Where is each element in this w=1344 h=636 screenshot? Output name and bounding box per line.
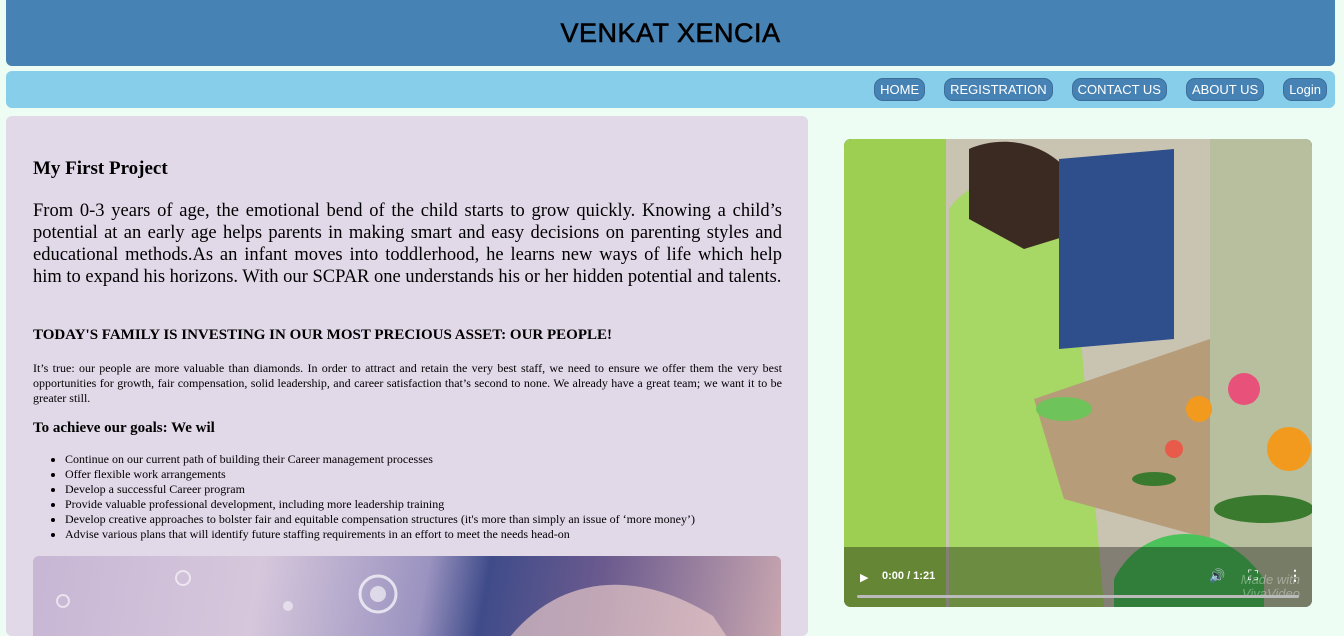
video-controls: ▶ 0:00 / 1:21 Made with VivaVideo 🔊 ⛶ ⋮ xyxy=(844,547,1312,607)
intro-paragraph: From 0-3 years of age, the emotional ben… xyxy=(33,201,782,287)
video-frame xyxy=(844,139,1312,607)
site-header: VENKAT XENCIA xyxy=(6,0,1335,66)
nav-login-button[interactable]: Login xyxy=(1283,78,1327,101)
project-title: My First Project xyxy=(33,158,168,179)
list-item: Continue on our current path of building… xyxy=(65,452,695,467)
nav-registration-button[interactable]: REGISTRATION xyxy=(944,78,1053,101)
play-icon[interactable]: ▶ xyxy=(860,571,868,584)
fullscreen-icon[interactable]: ⛶ xyxy=(1248,567,1258,584)
list-item: Develop creative approaches to bolster f… xyxy=(65,512,695,527)
nav-home-button[interactable]: HOME xyxy=(874,78,926,101)
list-item: Develop a successful Career program xyxy=(65,482,695,497)
nav-bar: HOME REGISTRATION CONTACT US ABOUT US Lo… xyxy=(6,71,1335,108)
banner-image xyxy=(33,556,781,636)
main-content: My First Project From 0-3 years of age, … xyxy=(6,116,808,636)
more-options-icon[interactable]: ⋮ xyxy=(1288,567,1302,584)
video-player[interactable]: ▶ 0:00 / 1:21 Made with VivaVideo 🔊 ⛶ ⋮ xyxy=(844,139,1312,607)
video-progress-bar[interactable] xyxy=(857,595,1299,598)
list-item: Offer flexible work arrangements xyxy=(65,467,695,482)
video-time: 0:00 / 1:21 xyxy=(882,570,936,582)
goals-list: Continue on our current path of building… xyxy=(33,452,695,542)
banner-graphic xyxy=(56,570,727,636)
goals-heading: To achieve our goals: We wil xyxy=(33,420,215,436)
nav-contact-button[interactable]: CONTACT US xyxy=(1071,78,1167,101)
volume-icon[interactable]: 🔊 xyxy=(1209,568,1225,584)
section-heading: TODAY'S FAMILY IS INVESTING IN OUR MOST … xyxy=(33,327,613,343)
body-paragraph: It’s true: our people are more valuable … xyxy=(33,361,782,405)
nav-about-button[interactable]: ABOUT US xyxy=(1185,78,1265,101)
site-title: VENKAT XENCIA xyxy=(560,17,781,48)
list-item: Provide valuable professional developmen… xyxy=(65,497,695,512)
list-item: Advise various plans that will identify … xyxy=(65,527,695,542)
